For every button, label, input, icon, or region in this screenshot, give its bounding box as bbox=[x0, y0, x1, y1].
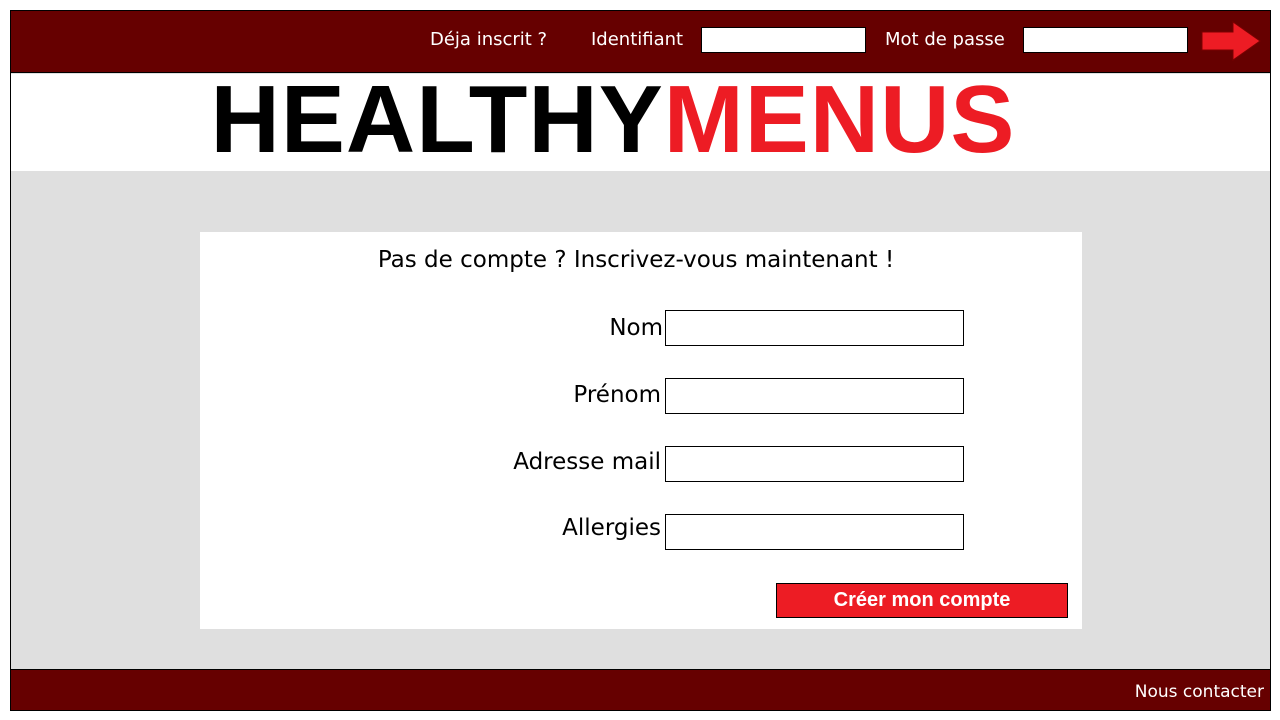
email-input[interactable] bbox=[665, 446, 964, 482]
already-registered-label: Déja inscrit ? bbox=[430, 29, 548, 50]
last-name-label: Nom bbox=[609, 315, 663, 341]
logo: HEALTHYMENUS bbox=[11, 72, 1270, 171]
logo-word-menus: MENUS bbox=[663, 66, 1016, 173]
allergies-label: Allergies bbox=[562, 515, 661, 541]
logo-band: HEALTHYMENUS bbox=[11, 72, 1270, 171]
first-name-input[interactable] bbox=[665, 378, 964, 414]
logo-word-healthy: HEALTHY bbox=[210, 66, 664, 173]
login-input[interactable] bbox=[701, 27, 866, 53]
page-frame: Déja inscrit ? Identifiant Mot de passe … bbox=[10, 10, 1271, 711]
footer-bar: Nous contacter bbox=[11, 669, 1270, 710]
signup-card: Pas de compte ? Inscrivez-vous maintenan… bbox=[200, 232, 1082, 629]
last-name-input[interactable] bbox=[665, 310, 964, 346]
first-name-label: Prénom bbox=[573, 382, 661, 408]
email-label: Adresse mail bbox=[513, 449, 661, 475]
top-bar: Déja inscrit ? Identifiant Mot de passe bbox=[11, 11, 1270, 73]
login-label: Identifiant bbox=[591, 29, 684, 50]
password-label: Mot de passe bbox=[885, 29, 1005, 50]
arrow-right-icon bbox=[1201, 21, 1261, 61]
login-submit-button[interactable] bbox=[1201, 21, 1261, 61]
signup-title: Pas de compte ? Inscrivez-vous maintenan… bbox=[377, 247, 895, 273]
create-account-button[interactable]: Créer mon compte bbox=[776, 583, 1068, 618]
allergies-input[interactable] bbox=[665, 514, 964, 550]
password-input[interactable] bbox=[1023, 27, 1188, 53]
contact-link[interactable]: Nous contacter bbox=[1135, 682, 1264, 702]
